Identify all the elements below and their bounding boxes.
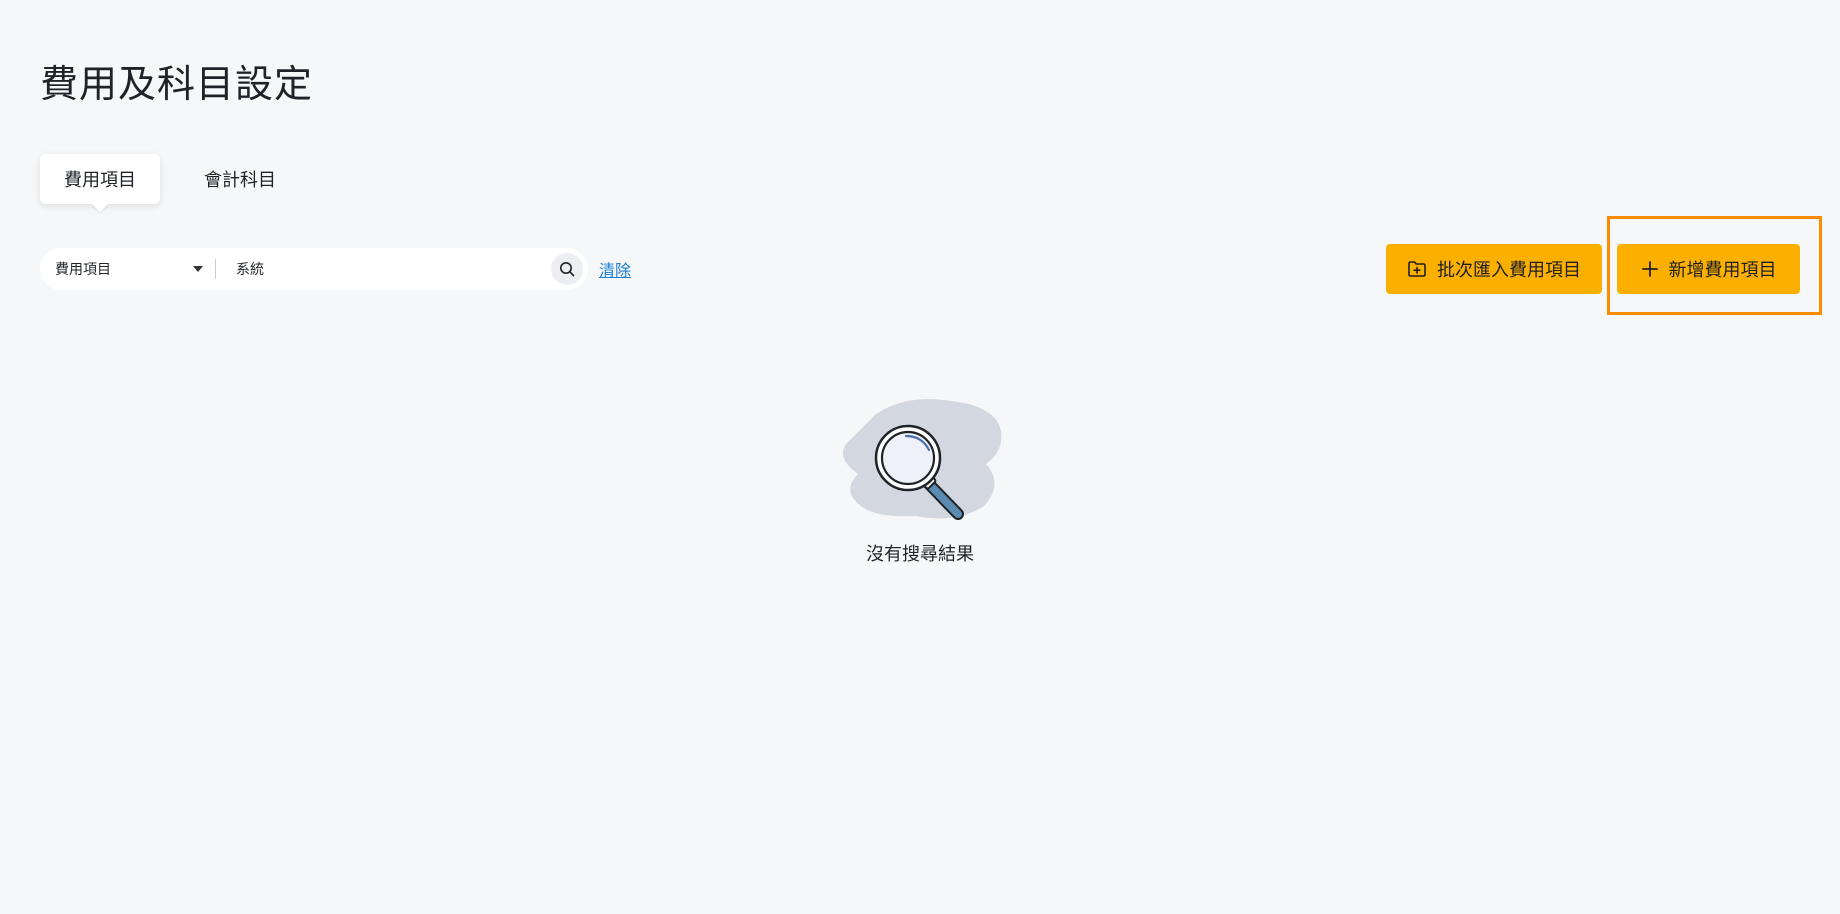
page-title: 費用及科目設定 xyxy=(40,62,314,106)
search-input[interactable] xyxy=(216,249,551,289)
magnifier-illustration xyxy=(836,396,1004,526)
search-filter-select[interactable]: 費用項目 xyxy=(40,248,215,290)
search-bar: 費用項目 xyxy=(40,248,588,290)
batch-import-label: 批次匯入費用項目 xyxy=(1437,260,1581,281)
folder-import-icon xyxy=(1407,260,1427,278)
caret-down-icon xyxy=(193,266,203,272)
tab-expense-items[interactable]: 費用項目 xyxy=(40,154,160,204)
search-button[interactable] xyxy=(551,253,583,285)
empty-state-message: 沒有搜尋結果 xyxy=(866,544,974,565)
search-filter-value: 費用項目 xyxy=(55,262,111,278)
tab-accounting-subjects[interactable]: 會計科目 xyxy=(180,154,300,204)
tab-bar: 費用項目 會計科目 xyxy=(40,154,300,204)
highlight-box xyxy=(1607,216,1822,315)
clear-link[interactable]: 清除 xyxy=(599,257,631,281)
search-icon xyxy=(559,261,575,277)
batch-import-button[interactable]: 批次匯入費用項目 xyxy=(1386,244,1602,294)
